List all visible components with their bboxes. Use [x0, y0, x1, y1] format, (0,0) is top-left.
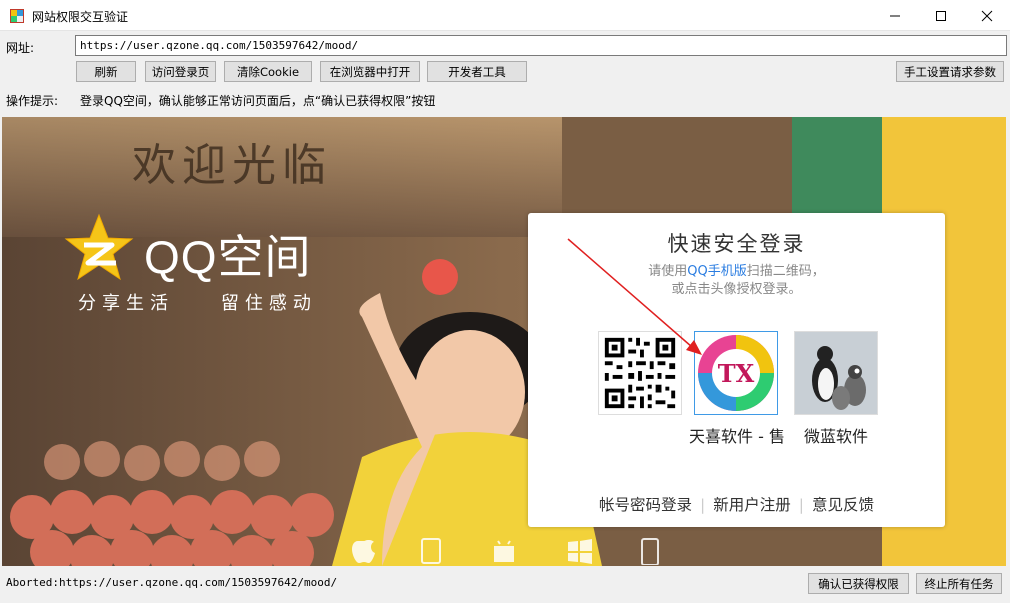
register-link[interactable]: 新用户注册 [713, 496, 791, 514]
apple-icon [352, 540, 375, 563]
refresh-button[interactable]: 刷新 [76, 61, 136, 82]
qq-mobile-link[interactable]: QQ手机版 [687, 264, 746, 279]
tablet-icon [421, 538, 441, 564]
login-subtitle: 请使用QQ手机版扫描二维码， 或点击头像授权登录。 [528, 263, 945, 299]
separator: | [798, 496, 804, 514]
subtitle-pre: 请使用 [648, 264, 688, 279]
avatar-weilan-name[interactable]: 微蓝软件 [786, 423, 886, 447]
app-icon [10, 9, 24, 23]
maximize-button[interactable] [918, 0, 964, 31]
password-login-link[interactable]: 帐号密码登录 [599, 496, 692, 514]
minimize-icon [890, 15, 900, 16]
feedback-link[interactable]: 意见反馈 [812, 496, 874, 514]
chevron-right-icon[interactable] [910, 323, 932, 363]
hint-text: 登录QQ空间，确认能够正常访问页面后，点“确认已获得权限”按钮 [80, 94, 436, 108]
tx-badge-text: TX [718, 359, 755, 388]
open-in-browser-button[interactable]: 在浏览器中打开 [320, 61, 420, 82]
manual-params-button[interactable]: 手工设置请求参数 [896, 61, 1004, 82]
dev-tools-button[interactable]: 开发者工具 [427, 61, 527, 82]
login-title: 快速安全登录 [667, 232, 806, 256]
url-input[interactable] [75, 35, 1007, 56]
title-bar: 网站权限交互验证 [0, 0, 1010, 31]
qr-code-icon[interactable] [598, 331, 682, 415]
avatar-tianxi-name[interactable]: 天喜软件 - 售 [672, 423, 802, 447]
brand-name: QQ空间 [144, 231, 312, 283]
status-text: Aborted:https://user.qzone.qq.com/150359… [6, 576, 338, 589]
url-label: 网址: [6, 41, 35, 55]
separator: | [700, 496, 706, 514]
login-panel: 快速安全登录 请使用QQ手机版扫描二维码， 或点击头像授权登录。 TX 天喜软件… [528, 213, 945, 527]
browser-view[interactable]: 欢迎光临 QQ空间 分享生活 留住感动 快速安全登录 请使用QQ手机版扫描二维码… [2, 117, 1006, 566]
subtitle-post: 扫描二维码， [746, 264, 825, 279]
platform-icons [352, 538, 659, 565]
brand-slogan: 分享生活 留住感动 [78, 293, 317, 314]
window-title: 网站权限交互验证 [32, 10, 129, 24]
clear-cookie-button[interactable]: 清除Cookie [224, 61, 312, 82]
minimize-button[interactable] [872, 0, 918, 31]
avatar-weilan[interactable] [794, 331, 878, 415]
subtitle-line2: 或点击头像授权登录。 [671, 282, 802, 297]
android-icon [494, 540, 514, 562]
hint-label: 操作提示: [6, 94, 59, 108]
confirm-permission-button[interactable]: 确认已获得权限 [808, 573, 909, 594]
visit-login-button[interactable]: 访问登录页 [145, 61, 216, 82]
qzone-star-icon [64, 213, 134, 281]
banner-text: 欢迎光临 [132, 140, 332, 191]
avatar-tianxi[interactable]: TX [694, 331, 778, 415]
penguin-icon [795, 332, 877, 414]
close-button[interactable] [964, 0, 1010, 31]
close-icon [981, 10, 993, 21]
windows-icon [568, 539, 592, 564]
login-links: 帐号密码登录 | 新用户注册 | 意见反馈 [528, 493, 945, 515]
client-area: 网址: 刷新 访问登录页 清除Cookie 在浏览器中打开 开发者工具 手工设置… [0, 31, 1010, 603]
stop-all-button[interactable]: 终止所有任务 [916, 573, 1002, 594]
ie-phone-icon [641, 538, 659, 565]
maximize-icon [936, 10, 946, 21]
tx-logo-icon: TX [698, 335, 774, 411]
